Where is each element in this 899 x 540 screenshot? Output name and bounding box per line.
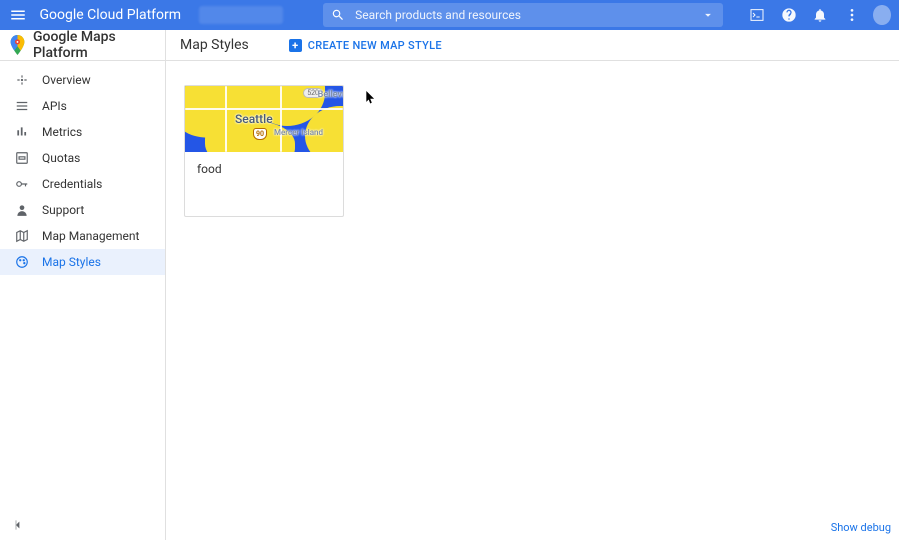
collapse-sidebar-button[interactable] (10, 517, 28, 535)
product-area: Google Maps Platform (0, 30, 166, 60)
search-input[interactable] (355, 8, 691, 22)
sidebar-item-map-management[interactable]: Map Management (0, 223, 165, 249)
show-debug-link[interactable]: Show debug (831, 521, 891, 534)
list-icon (14, 98, 30, 114)
product-title: Google Maps Platform (33, 29, 165, 61)
create-map-style-label: CREATE NEW MAP STYLE (308, 39, 442, 52)
hamburger-icon (9, 6, 27, 24)
sidebar-item-map-styles[interactable]: Map Styles (0, 249, 165, 275)
sidebar-item-credentials[interactable]: Credentials (0, 171, 165, 197)
sidebar-item-label: Credentials (42, 177, 102, 191)
sidebar-item-quotas[interactable]: Quotas (0, 145, 165, 171)
plus-icon: + (289, 39, 302, 52)
thumbnail-city-main: Seattle (235, 112, 273, 126)
map-icon (14, 228, 30, 244)
sidebar-item-label: Support (42, 203, 84, 217)
mouse-cursor (366, 91, 376, 105)
help-button[interactable] (779, 4, 798, 26)
top-bar: Google Cloud Platform (0, 0, 899, 30)
sidebar-item-metrics[interactable]: Metrics (0, 119, 165, 145)
person-icon (14, 202, 30, 218)
bell-icon (812, 7, 828, 23)
thumbnail-city-se: Mercer Island (274, 128, 323, 137)
page-header-row: Map Styles + CREATE NEW MAP STYLE (166, 37, 442, 53)
thumbnail-city-ne: Bellevu (318, 90, 343, 100)
sidebar-item-support[interactable]: Support (0, 197, 165, 223)
sidebar-item-label: Map Management (42, 229, 139, 243)
map-style-thumbnail: 520 Seattle Bellevu Mercer Island 90 (185, 86, 343, 152)
global-search[interactable] (323, 3, 723, 27)
more-menu-button[interactable] (842, 4, 861, 26)
chevron-down-icon[interactable] (701, 8, 715, 22)
create-map-style-button[interactable]: + CREATE NEW MAP STYLE (289, 39, 442, 52)
bar-chart-icon (14, 124, 30, 140)
cloud-shell-icon (749, 7, 765, 23)
brand-title: Google Cloud Platform (39, 7, 181, 23)
key-icon (14, 176, 30, 192)
hamburger-menu-button[interactable] (8, 4, 27, 26)
maps-pin-icon (10, 35, 25, 55)
sidebar-item-apis[interactable]: APIs (0, 93, 165, 119)
cloud-shell-button[interactable] (747, 4, 766, 26)
sidebar-item-label: Quotas (42, 151, 80, 165)
sidebar-item-label: Map Styles (42, 255, 101, 269)
main-content: 520 Seattle Bellevu Mercer Island 90 foo… (166, 61, 899, 540)
account-avatar[interactable] (873, 5, 891, 25)
quota-icon (14, 150, 30, 166)
map-style-card-title: food (197, 162, 331, 176)
map-style-card[interactable]: 520 Seattle Bellevu Mercer Island 90 foo… (184, 85, 344, 217)
sidebar-nav: Overview APIs Metrics Quotas Credentials… (0, 61, 166, 540)
sidebar-item-overview[interactable]: Overview (0, 67, 165, 93)
page-title: Map Styles (180, 37, 249, 53)
chevron-left-icon (10, 517, 26, 533)
sidebar-item-label: Metrics (42, 125, 82, 139)
sidebar-item-label: APIs (42, 99, 67, 113)
sub-header: Google Maps Platform Map Styles + CREATE… (0, 30, 899, 61)
more-vertical-icon (844, 7, 860, 23)
notifications-button[interactable] (810, 4, 829, 26)
overview-icon (14, 72, 30, 88)
palette-icon (14, 254, 30, 270)
help-icon (781, 7, 797, 23)
sidebar-item-label: Overview (42, 73, 91, 87)
search-icon (331, 8, 345, 22)
project-selector[interactable] (199, 6, 283, 24)
thumbnail-highway-shield: 90 (253, 128, 267, 140)
